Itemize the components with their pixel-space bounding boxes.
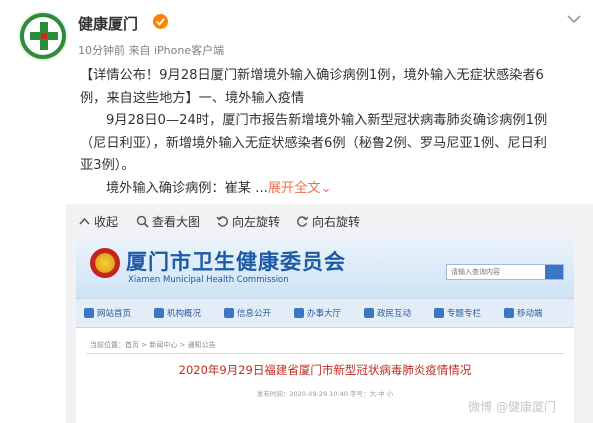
- home-icon: [84, 308, 94, 318]
- attached-image[interactable]: 厦门市卫生健康委员会 Xiamen Municipal Health Commi…: [76, 238, 574, 423]
- rotate-right-button[interactable]: 向右旋转: [296, 213, 360, 230]
- site-nav-item: 专题专栏: [434, 307, 481, 319]
- image-panel: 收起 查看大图 向左旋转 向右旋转 厦门市卫生健康委员会 Xiamen Muni…: [66, 204, 593, 423]
- site-header: 厦门市卫生健康委员会 Xiamen Municipal Health Commi…: [76, 238, 574, 298]
- image-toolbar: 收起 查看大图 向左旋转 向右旋转: [66, 204, 593, 238]
- site-nav: 网站首页 机构概况 信息公开 办事大厅 政民互动 专题专栏 移动端: [76, 298, 574, 328]
- post-line-5: 亚3例）。: [80, 158, 135, 173]
- article-title: 2020年9月29日福建省厦门市新型冠状病毒肺炎疫情情况: [178, 363, 472, 377]
- site-nav-label: 专题专栏: [447, 309, 482, 319]
- site-nav-item: 政民互动: [364, 307, 411, 319]
- site-search-placeholder: 请输入查询内容: [451, 268, 500, 276]
- watermark: 微博 @健康厦门: [468, 400, 556, 414]
- rotate-left-label: 向左旋转: [232, 215, 281, 229]
- rotate-left-icon: [216, 216, 228, 227]
- verified-icon: [153, 14, 168, 29]
- avatar[interactable]: [18, 11, 68, 61]
- rotate-right-icon: [297, 216, 309, 227]
- view-large-label: 查看大图: [152, 215, 201, 229]
- national-emblem-icon: [90, 248, 120, 278]
- site-nav-label: 政民互动: [377, 309, 412, 319]
- post-line-2: 例，来自这些地方】一、境外输入疫情: [80, 90, 305, 106]
- mobile-icon: [504, 308, 514, 318]
- collapse-label: 收起: [94, 215, 119, 229]
- rotate-right-label: 向右旋转: [312, 215, 361, 229]
- post-line-3: 9月28日0—24时，厦门市报告新增境外输入新型冠状病毒肺炎确诊病例1例: [106, 113, 548, 128]
- topic-icon: [434, 308, 444, 318]
- site-nav-item: 机构概况: [154, 307, 201, 319]
- site-nav-item: 办事大厅: [294, 307, 341, 319]
- interaction-icon: [364, 308, 374, 318]
- site-search-button: [545, 265, 563, 279]
- collapse-button[interactable]: 收起: [78, 213, 118, 230]
- site-nav-label: 网站首页: [97, 309, 132, 319]
- expand-full-text-link[interactable]: 展开全文⌄: [268, 181, 332, 196]
- site-nav-label: 信息公开: [237, 309, 272, 319]
- view-large-button[interactable]: 查看大图: [136, 213, 200, 230]
- post-line-6: 境外输入确诊病例：崔某 ...展开全文⌄: [80, 178, 580, 201]
- rotate-left-button[interactable]: 向左旋转: [216, 213, 280, 230]
- site-title: 厦门市卫生健康委员会: [126, 250, 346, 274]
- expand-arrow-icon: ⌄: [320, 180, 332, 196]
- site-nav-label: 移动端: [517, 309, 543, 319]
- site-breadcrumb: 当前位置：首页 > 新闻中心 > 通知公告: [86, 336, 564, 354]
- post-line-4: （尼日利亚），新增境外输入无症状感染者6例（秘鲁2例、罗马尼亚1例、尼日利: [80, 135, 547, 151]
- expand-label: 展开全文: [267, 180, 321, 196]
- post-line-1: 【详情公布！9月28日厦门新增境外输入确诊病例1例，境外输入无症状感染者6: [80, 68, 544, 83]
- site-nav-item: 网站首页: [84, 307, 131, 319]
- post-last-line: 境外输入确诊病例：崔某 ...: [106, 180, 268, 196]
- zoom-icon: [136, 215, 149, 228]
- user-name[interactable]: 健康厦门: [78, 13, 138, 34]
- collapse-icon: [79, 217, 90, 225]
- more-chevron-icon[interactable]: [567, 14, 581, 24]
- avatar-center: [41, 33, 47, 39]
- org-icon: [154, 308, 164, 318]
- site-nav-item: 移动端: [504, 307, 543, 319]
- info-icon: [224, 308, 234, 318]
- site-search-input: 请输入查询内容: [446, 264, 564, 280]
- site-subtitle: Xiamen Municipal Health Commission: [128, 275, 289, 285]
- site-nav-item: 信息公开: [224, 307, 271, 319]
- service-icon: [294, 308, 304, 318]
- post-text: 【详情公布！9月28日厦门新增境外输入确诊病例1例，境外输入无症状感染者6 例，…: [80, 65, 580, 200]
- site-nav-label: 办事大厅: [307, 309, 342, 319]
- site-nav-label: 机构概况: [167, 309, 202, 319]
- post-meta: 10分钟前 来自 iPhone客户端: [78, 44, 225, 57]
- article-meta: 发布时间：2020-09-29 10:40 字号：大 中 小: [256, 390, 394, 398]
